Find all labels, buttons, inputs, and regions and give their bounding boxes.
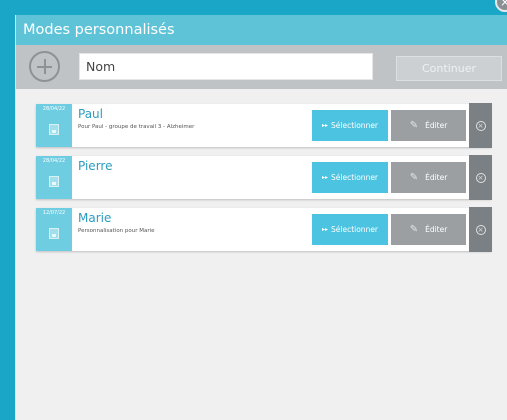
x-circle-icon: × xyxy=(475,224,486,235)
close-icon[interactable]: × xyxy=(495,0,507,12)
pen-icon: ✎ xyxy=(409,120,419,131)
edit-button[interactable]: ✎ Éditer xyxy=(391,162,466,193)
edit-button[interactable]: ✎ Éditer xyxy=(391,110,466,141)
card-date-panel: 28/04/22 xyxy=(36,156,72,199)
delete-button[interactable]: × xyxy=(469,155,492,200)
card-date: 28/04/22 xyxy=(42,158,66,164)
mode-name: Pierre xyxy=(78,159,113,173)
double-arrow-icon: ▸▸ xyxy=(321,174,328,181)
card-date-panel: 28/04/22 xyxy=(36,104,72,147)
edit-label: Éditer xyxy=(425,173,448,182)
pen-icon: ✎ xyxy=(409,172,419,183)
list-item: 28/04/22 Pierre ▸▸ Sélectionner ✎ Éditer… xyxy=(36,155,492,200)
edit-button[interactable]: ✎ Éditer xyxy=(391,214,466,245)
edit-label: Éditer xyxy=(425,121,448,130)
mode-description: Personnalisation pour Marie xyxy=(78,228,155,234)
dialog-title: Modes personnalisés xyxy=(16,15,507,45)
name-input[interactable] xyxy=(79,53,373,80)
select-label: Sélectionner xyxy=(331,225,379,234)
card-date: 12/07/22 xyxy=(42,210,66,216)
select-button[interactable]: ▸▸ Sélectionner xyxy=(312,214,388,245)
calendar-icon xyxy=(49,228,59,239)
x-circle-icon: × xyxy=(475,120,486,131)
pen-icon: ✎ xyxy=(409,224,419,235)
delete-button[interactable]: × xyxy=(469,207,492,252)
double-arrow-icon: ▸▸ xyxy=(321,122,328,129)
select-button[interactable]: ▸▸ Sélectionner xyxy=(312,162,388,193)
mode-name: Paul xyxy=(78,107,103,121)
modes-list: 28/04/22 Paul Pour Paul - groupe de trav… xyxy=(36,103,492,260)
plus-circle-icon[interactable] xyxy=(29,51,60,82)
x-circle-icon: × xyxy=(475,172,486,183)
card-date: 28/04/22 xyxy=(42,106,66,112)
custom-modes-dialog: Modes personnalisés Continuer 28/04/22 P… xyxy=(15,15,507,420)
list-item: 12/07/22 Marie Personnalisation pour Mar… xyxy=(36,207,492,252)
select-label: Sélectionner xyxy=(331,121,379,130)
card-date-panel: 12/07/22 xyxy=(36,208,72,251)
edit-label: Éditer xyxy=(425,225,448,234)
mode-description: Pour Paul - groupe de travail 3 - Alzhei… xyxy=(78,124,195,130)
select-label: Sélectionner xyxy=(331,173,379,182)
list-item: 28/04/22 Paul Pour Paul - groupe de trav… xyxy=(36,103,492,148)
delete-button[interactable]: × xyxy=(469,103,492,148)
select-button[interactable]: ▸▸ Sélectionner xyxy=(312,110,388,141)
toolbar: Continuer xyxy=(16,45,507,89)
mode-name: Marie xyxy=(78,211,112,225)
double-arrow-icon: ▸▸ xyxy=(321,226,328,233)
calendar-icon xyxy=(49,176,59,187)
calendar-icon xyxy=(49,124,59,135)
continue-button[interactable]: Continuer xyxy=(396,56,502,81)
